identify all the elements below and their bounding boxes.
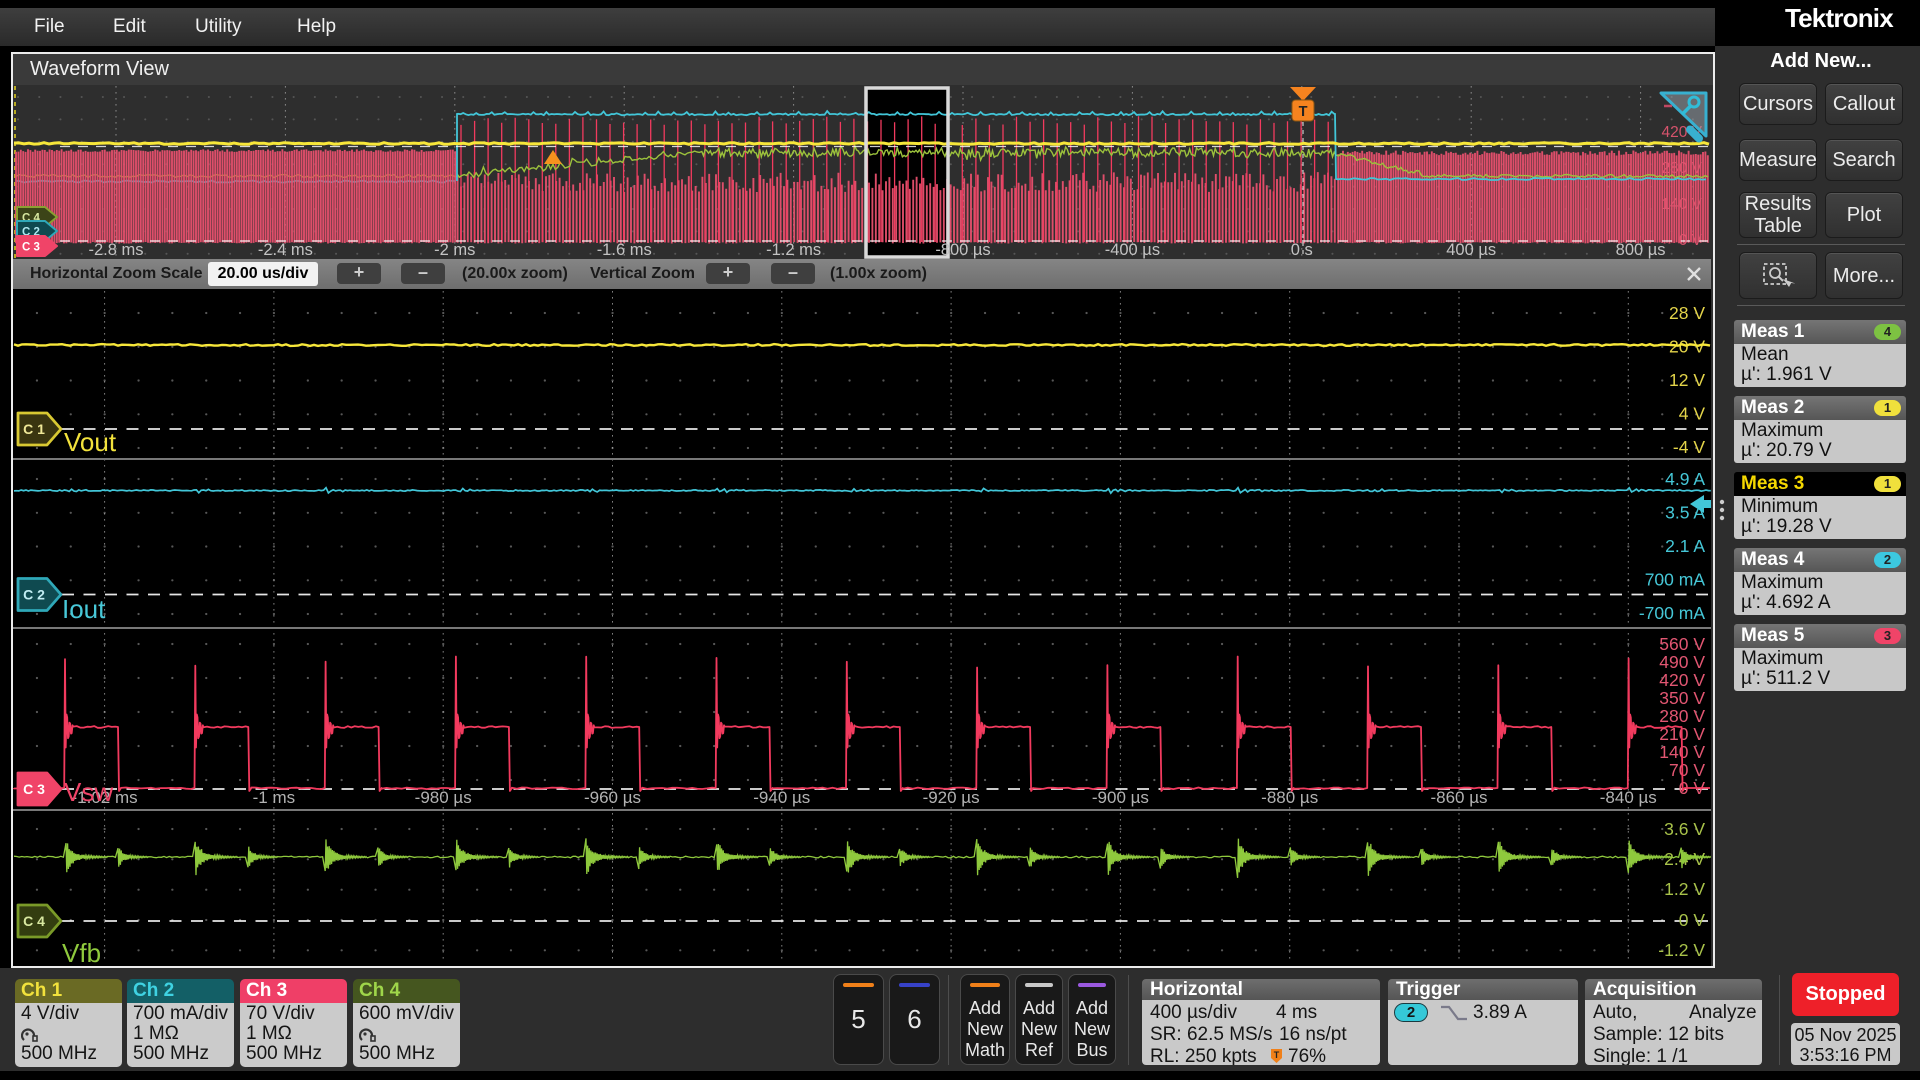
svg-text:-960 µs: -960 µs (584, 788, 641, 807)
svg-text:C 2: C 2 (23, 587, 45, 603)
svg-text:0 s: 0 s (1291, 241, 1313, 259)
svg-text:420 V: 420 V (1659, 670, 1705, 690)
svg-text:-860 µs: -860 µs (1430, 788, 1487, 807)
svg-text:-4 V: -4 V (1673, 437, 1705, 457)
svg-text:C 3: C 3 (22, 242, 40, 254)
svg-text:0 V: 0 V (1679, 232, 1703, 249)
svg-text:12 V: 12 V (1669, 370, 1705, 390)
svg-text:-2 ms: -2 ms (434, 241, 475, 259)
svg-text:560 V: 560 V (1659, 634, 1705, 654)
svg-text:1.2 V: 1.2 V (1664, 879, 1705, 899)
svg-text:-920 µs: -920 µs (923, 788, 980, 807)
svg-text:350 V: 350 V (1659, 688, 1705, 708)
svg-text:700 mA: 700 mA (1645, 570, 1706, 590)
svg-text:490 V: 490 V (1659, 652, 1705, 672)
svg-text:-700 mA: -700 mA (1639, 603, 1705, 623)
svg-text:2.1 A: 2.1 A (1665, 536, 1705, 556)
svg-text:280 V: 280 V (1659, 706, 1705, 726)
svg-text:-2.4 ms: -2.4 ms (258, 241, 313, 259)
svg-text:-880 µs: -880 µs (1261, 788, 1318, 807)
svg-text:-900 µs: -900 µs (1092, 788, 1149, 807)
svg-text:4 V: 4 V (1679, 404, 1706, 424)
svg-text:140 V: 140 V (1661, 196, 1702, 213)
svg-text:280 V: 280 V (1661, 160, 1702, 177)
svg-text:-940 µs: -940 µs (753, 788, 810, 807)
svg-text:800 µs: 800 µs (1616, 241, 1666, 259)
svg-text:-840 µs: -840 µs (1600, 788, 1657, 807)
svg-text:-1.2 ms: -1.2 ms (766, 241, 821, 259)
svg-text:28 V: 28 V (1669, 303, 1705, 323)
svg-text:T: T (1274, 1050, 1280, 1060)
svg-text:-1.6 ms: -1.6 ms (597, 241, 652, 259)
svg-text:-1.2 V: -1.2 V (1658, 940, 1705, 960)
svg-text:4.9 A: 4.9 A (1665, 469, 1705, 489)
svg-text:T: T (1299, 104, 1308, 120)
svg-text:Vsw: Vsw (64, 777, 113, 807)
svg-text:C 3: C 3 (23, 781, 45, 797)
svg-text:Vout: Vout (64, 427, 117, 457)
svg-text:-400 µs: -400 µs (1105, 241, 1160, 259)
svg-text:Vfb: Vfb (62, 938, 101, 966)
svg-text:C 4: C 4 (23, 913, 45, 929)
svg-text:Iout: Iout (62, 594, 106, 624)
svg-text:0 V: 0 V (1679, 910, 1706, 930)
svg-text:C 1: C 1 (23, 421, 45, 437)
svg-text:3.6 V: 3.6 V (1664, 819, 1705, 839)
svg-text:-1 ms: -1 ms (253, 788, 296, 807)
svg-text:-980 µs: -980 µs (415, 788, 472, 807)
svg-text:-800 µs: -800 µs (935, 241, 990, 259)
svg-text:-2.8 ms: -2.8 ms (88, 241, 143, 259)
svg-text:400 µs: 400 µs (1446, 241, 1496, 259)
svg-text:70 V: 70 V (1669, 760, 1705, 780)
